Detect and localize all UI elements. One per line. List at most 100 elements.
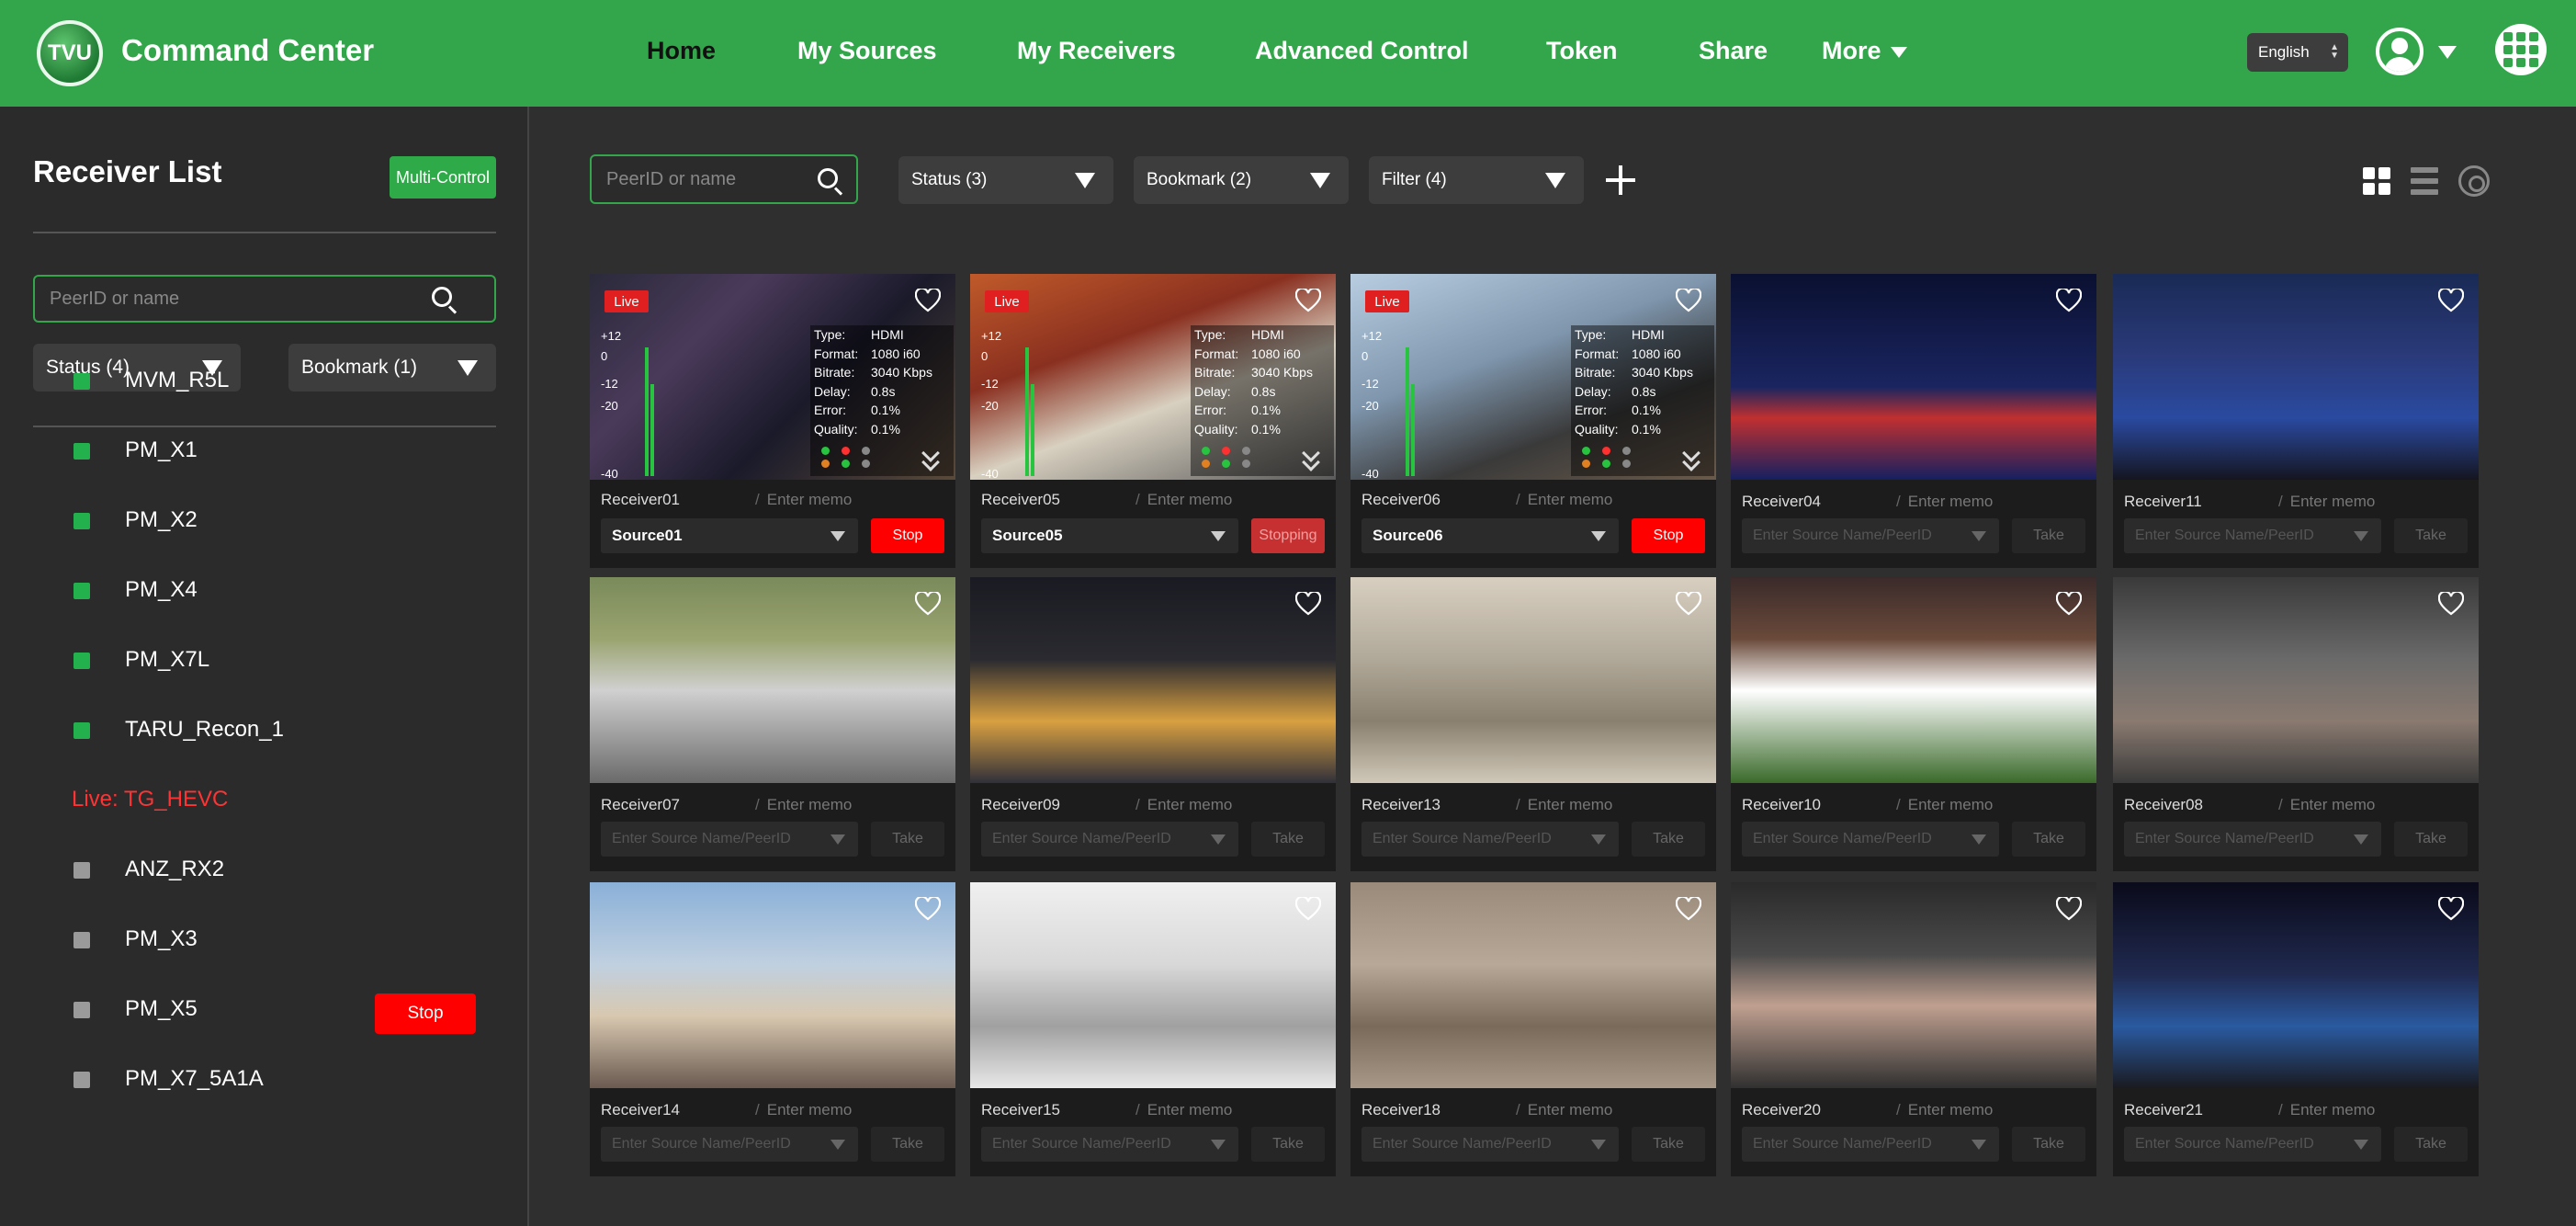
take-button[interactable]: Take (1632, 1127, 1705, 1162)
heart-icon[interactable] (2055, 287, 2083, 312)
video-thumbnail[interactable]: Live +12 0 -12 -20 -40 Type: HDMI Format: 1080 i6… (1350, 274, 1716, 480)
memo-field[interactable]: / Enter memo (755, 1101, 852, 1119)
nav-share[interactable]: Share (1699, 37, 1768, 65)
video-thumbnail[interactable] (1731, 882, 2096, 1088)
multi-control-button[interactable]: Multi-Control (390, 156, 496, 199)
video-thumbnail[interactable] (970, 882, 1336, 1088)
memo-field[interactable]: / Enter memo (1516, 796, 1612, 814)
receiver-list-item[interactable]: PM_X7L (72, 641, 494, 678)
memo-field[interactable]: / Enter memo (2278, 796, 2375, 814)
video-thumbnail[interactable]: Live +12 0 -12 -20 -40 Type: HDMI Format: 1080 i6… (590, 274, 955, 480)
video-thumbnail[interactable] (2113, 882, 2479, 1088)
memo-field[interactable]: / Enter memo (1135, 1101, 1232, 1119)
nav-advanced-control[interactable]: Advanced Control (1255, 37, 1469, 65)
nav-my-sources[interactable]: My Sources (797, 37, 937, 65)
memo-field[interactable]: / Enter memo (2278, 1101, 2375, 1119)
map-view-icon[interactable] (2458, 165, 2490, 197)
heart-icon[interactable] (2437, 895, 2465, 921)
video-thumbnail[interactable] (1350, 882, 1716, 1088)
heart-icon[interactable] (2055, 590, 2083, 616)
memo-field[interactable]: / Enter memo (2278, 493, 2375, 511)
receiver-list-item[interactable]: ANZ_RX2 (72, 851, 494, 888)
tvu-logo[interactable]: TVU (37, 20, 103, 86)
stop-button[interactable]: Stop (1632, 518, 1705, 553)
heart-icon[interactable] (914, 590, 942, 616)
receiver-list-item[interactable]: Live: TG_HEVC (72, 781, 494, 818)
memo-field[interactable]: / Enter memo (1896, 1101, 1993, 1119)
language-select[interactable]: English ▲ ▼ (2247, 33, 2348, 72)
heart-icon[interactable] (1294, 895, 1322, 921)
source-select[interactable]: Source05 (981, 518, 1238, 553)
source-select[interactable]: Enter Source Name/PeerID (1361, 822, 1619, 857)
video-thumbnail[interactable] (1731, 577, 2096, 783)
take-button[interactable]: Take (1251, 822, 1325, 857)
receiver-list-item[interactable]: PM_X4 (72, 572, 494, 608)
memo-field[interactable]: / Enter memo (1896, 796, 1993, 814)
take-button[interactable]: Take (2012, 1127, 2085, 1162)
take-button[interactable]: Take (871, 1127, 944, 1162)
source-select[interactable]: Source06 (1361, 518, 1619, 553)
nav-more[interactable]: More (1822, 37, 1907, 65)
source-select[interactable]: Enter Source Name/PeerID (1742, 822, 1999, 857)
heart-icon[interactable] (2437, 590, 2465, 616)
video-thumbnail[interactable]: Live +12 0 -12 -20 -40 Type: HDMI Format: 1080 i6… (970, 274, 1336, 480)
main-bookmark-filter[interactable]: Bookmark (2) (1134, 156, 1349, 204)
heart-icon[interactable] (1675, 287, 1702, 312)
memo-field[interactable]: / Enter memo (1516, 1101, 1612, 1119)
take-button[interactable]: Take (2012, 518, 2085, 553)
grid-view-icon[interactable] (2363, 167, 2390, 195)
video-thumbnail[interactable] (2113, 577, 2479, 783)
add-filter-plus-icon[interactable] (1606, 165, 1635, 195)
video-thumbnail[interactable] (590, 577, 955, 783)
heart-icon[interactable] (2437, 287, 2465, 312)
receiver-list-item[interactable]: MVM_R5L (72, 362, 494, 399)
receiver-list-item[interactable]: PM_X3 (72, 921, 494, 958)
stop-button[interactable]: Stop (871, 518, 944, 553)
receiver-list-item[interactable]: TARU_Recon_1 (72, 711, 494, 748)
nav-home[interactable]: Home (647, 37, 716, 65)
video-thumbnail[interactable] (590, 882, 955, 1088)
receiver-list-item[interactable]: PM_X1 (72, 432, 494, 469)
take-button[interactable]: Take (2012, 822, 2085, 857)
source-select[interactable]: Enter Source Name/PeerID (981, 1127, 1238, 1162)
source-select[interactable]: Enter Source Name/PeerID (2124, 518, 2381, 553)
take-button[interactable]: Take (871, 822, 944, 857)
source-select[interactable]: Enter Source Name/PeerID (2124, 822, 2381, 857)
video-thumbnail[interactable] (970, 577, 1336, 783)
take-button[interactable]: Take (1632, 822, 1705, 857)
heart-icon[interactable] (1294, 590, 1322, 616)
stop-live-button[interactable]: Stop (375, 993, 476, 1034)
memo-field[interactable]: / Enter memo (1135, 796, 1232, 814)
main-search-input[interactable] (606, 156, 818, 202)
source-select[interactable]: Enter Source Name/PeerID (981, 822, 1238, 857)
take-button[interactable]: Take (2394, 518, 2468, 553)
heart-icon[interactable] (1294, 287, 1322, 312)
memo-field[interactable]: / Enter memo (1135, 491, 1232, 509)
source-select[interactable]: Enter Source Name/PeerID (1742, 518, 1999, 553)
stopping-button[interactable]: Stopping (1251, 518, 1325, 553)
source-select[interactable]: Enter Source Name/PeerID (2124, 1127, 2381, 1162)
search-icon[interactable] (818, 168, 843, 196)
memo-field[interactable]: / Enter memo (1516, 491, 1612, 509)
heart-icon[interactable] (1675, 590, 1702, 616)
main-status-filter[interactable]: Status (3) (898, 156, 1113, 204)
list-view-icon[interactable] (2411, 167, 2438, 195)
heart-icon[interactable] (914, 287, 942, 312)
memo-field[interactable]: / Enter memo (755, 491, 852, 509)
sidebar-search-input[interactable] (50, 277, 435, 321)
apps-grid-icon[interactable] (2495, 24, 2547, 75)
take-button[interactable]: Take (2394, 1127, 2468, 1162)
source-select[interactable]: Enter Source Name/PeerID (1361, 1127, 1619, 1162)
receiver-list-item[interactable]: PM_X7_5A1A (72, 1061, 494, 1097)
take-button[interactable]: Take (1251, 1127, 1325, 1162)
nav-my-receivers[interactable]: My Receivers (1017, 37, 1176, 65)
search-icon[interactable] (432, 287, 458, 314)
video-thumbnail[interactable] (1350, 577, 1716, 783)
video-thumbnail[interactable] (1731, 274, 2096, 480)
user-menu-chevron-icon[interactable] (2438, 46, 2457, 59)
video-thumbnail[interactable] (2113, 274, 2479, 480)
user-avatar-icon[interactable] (2376, 28, 2423, 75)
heart-icon[interactable] (1675, 895, 1702, 921)
take-button[interactable]: Take (2394, 822, 2468, 857)
nav-token[interactable]: Token (1546, 37, 1618, 65)
